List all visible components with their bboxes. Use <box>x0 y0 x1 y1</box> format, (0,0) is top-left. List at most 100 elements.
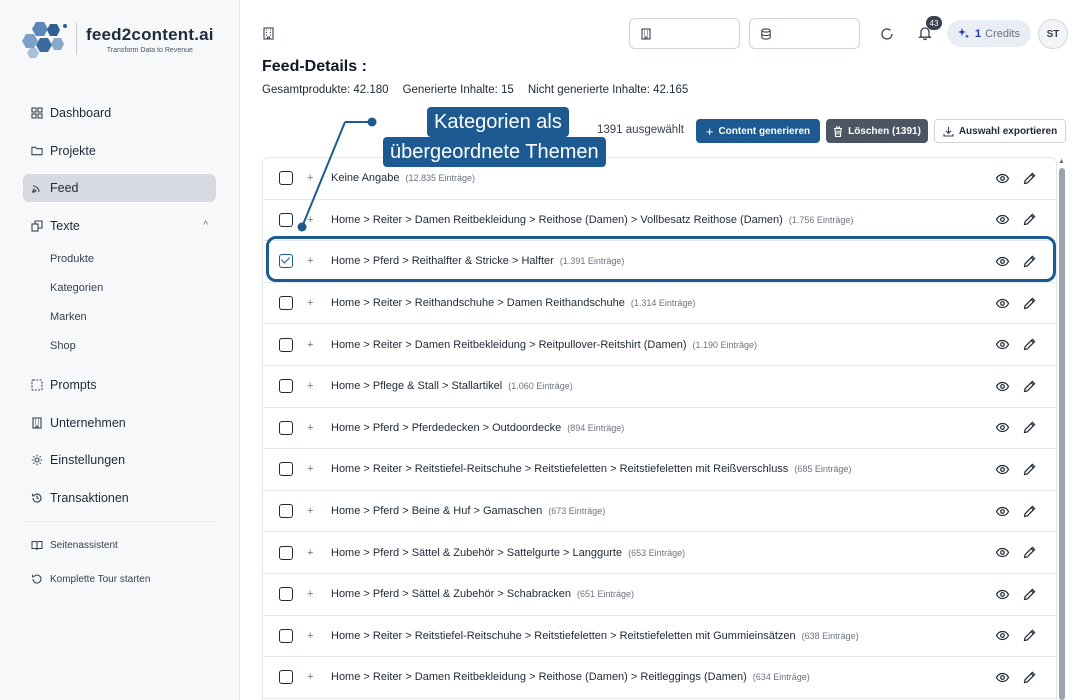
table-row[interactable]: + Home > Pflege & Stall > Stallartikel (1… <box>263 366 1056 408</box>
pencil-icon[interactable] <box>1022 296 1037 311</box>
table-row[interactable]: + Home > Pferd > Sättel & Zubehör > Satt… <box>263 532 1056 574</box>
row-checkbox[interactable] <box>279 379 293 394</box>
sidebar-item-label: Feed <box>50 181 79 195</box>
eye-icon[interactable] <box>995 254 1010 269</box>
eye-icon[interactable] <box>995 337 1010 352</box>
sidebar-item-tour[interactable]: Komplette Tour starten <box>23 566 216 592</box>
table-row[interactable]: + Keine Angabe (12.835 Einträge) <box>263 158 1056 200</box>
sidebar-item-unternehmen[interactable]: Unternehmen <box>23 409 216 437</box>
pencil-icon[interactable] <box>1022 171 1037 186</box>
eye-icon[interactable] <box>995 171 1010 186</box>
pencil-icon[interactable] <box>1022 628 1037 643</box>
eye-icon[interactable] <box>995 628 1010 643</box>
entry-count: (1.060 Einträge) <box>508 381 573 392</box>
row-checkbox[interactable] <box>279 254 293 269</box>
expand-icon[interactable]: + <box>307 380 313 392</box>
pencil-icon[interactable] <box>1022 670 1037 685</box>
sidebar-item-feed[interactable]: Feed <box>23 174 216 202</box>
credits-pill[interactable]: 1 Credits <box>947 20 1031 47</box>
generate-content-button[interactable]: + Content generieren <box>696 119 820 143</box>
pencil-icon[interactable] <box>1022 337 1037 352</box>
category-path: Home > Reiter > Damen Reitbekleidung > R… <box>331 213 854 226</box>
sidebar-item-dashboard[interactable]: Dashboard <box>23 99 216 127</box>
pencil-icon[interactable] <box>1022 587 1037 602</box>
row-checkbox[interactable] <box>279 545 293 560</box>
expand-icon[interactable]: + <box>307 172 313 184</box>
row-checkbox[interactable] <box>279 462 293 477</box>
row-checkbox[interactable] <box>279 504 293 519</box>
table-row[interactable]: + Home > Pferd > Reithalfter & Stricke >… <box>263 241 1056 283</box>
table-row[interactable]: + Home > Reiter > Reitstiefel-Reitschuhe… <box>263 616 1056 658</box>
expand-icon[interactable]: + <box>307 671 313 683</box>
sidebar-item-label: Seitenassistent <box>50 539 118 551</box>
scroll-up-arrow[interactable]: ▲ <box>1058 158 1065 165</box>
table-row[interactable]: + Home > Pferd > Sättel & Zubehör > Scha… <box>263 574 1056 616</box>
pencil-icon[interactable] <box>1022 545 1037 560</box>
table-row[interactable]: + Home > Reiter > Damen Reitbekleidung >… <box>263 200 1056 242</box>
notification-badge: 43 <box>926 16 942 30</box>
expand-icon[interactable]: + <box>307 463 313 475</box>
sidebar-item-seitenassistent[interactable]: Seitenassistent <box>23 532 216 558</box>
brand-logo[interactable]: feed2content.ai Transform Data to Revenu… <box>22 20 214 58</box>
eye-icon[interactable] <box>995 212 1010 227</box>
sidebar-item-texte[interactable]: Texte ^ <box>23 212 216 240</box>
sidebar-subitem-produkte[interactable]: Produkte <box>23 249 216 269</box>
eye-icon[interactable] <box>995 670 1010 685</box>
chevron-up-icon[interactable]: ^ <box>203 220 208 231</box>
scrollbar-thumb[interactable] <box>1059 168 1065 700</box>
row-checkbox[interactable] <box>279 587 293 602</box>
table-row[interactable]: + Home > Reiter > Damen Reitbekleidung >… <box>263 657 1056 699</box>
delete-button[interactable]: Löschen (1391) <box>826 119 928 143</box>
sidebar-item-projekte[interactable]: Projekte <box>23 137 216 165</box>
expand-icon[interactable]: + <box>307 505 313 517</box>
refresh-icon[interactable] <box>879 26 895 42</box>
expand-icon[interactable]: + <box>307 422 313 434</box>
row-checkbox[interactable] <box>279 296 293 311</box>
row-checkbox[interactable] <box>279 628 293 643</box>
table-row[interactable]: + Home > Reiter > Reithandschuhe > Damen… <box>263 283 1056 325</box>
eye-icon[interactable] <box>995 587 1010 602</box>
pencil-icon[interactable] <box>1022 212 1037 227</box>
pencil-icon[interactable] <box>1022 462 1037 477</box>
row-checkbox[interactable] <box>279 337 293 352</box>
expand-icon[interactable]: + <box>307 339 313 351</box>
expand-icon[interactable]: + <box>307 297 313 309</box>
eye-icon[interactable] <box>995 379 1010 394</box>
row-checkbox[interactable] <box>279 212 293 227</box>
pencil-icon[interactable] <box>1022 420 1037 435</box>
pencil-icon[interactable] <box>1022 254 1037 269</box>
sidebar-item-einstellungen[interactable]: Einstellungen <box>23 446 216 474</box>
expand-icon[interactable]: + <box>307 214 313 226</box>
sidebar-subitem-marken[interactable]: Marken <box>23 307 216 327</box>
export-selection-button[interactable]: Auswahl exportieren <box>934 119 1066 143</box>
company-select[interactable] <box>629 18 740 49</box>
expand-icon[interactable]: + <box>307 547 313 559</box>
entry-count: (12.835 Einträge) <box>405 173 476 184</box>
sidebar-subitem-kategorien[interactable]: Kategorien <box>23 278 216 298</box>
table-row[interactable]: + Home > Reiter > Damen Reitbekleidung >… <box>263 324 1056 366</box>
avatar[interactable]: ST <box>1038 19 1068 49</box>
pencil-icon[interactable] <box>1022 379 1037 394</box>
trash-icon <box>834 125 843 137</box>
sidebar-subitem-shop[interactable]: Shop <box>23 336 216 356</box>
eye-icon[interactable] <box>995 545 1010 560</box>
row-checkbox[interactable] <box>279 420 293 435</box>
pencil-icon[interactable] <box>1022 504 1037 519</box>
eye-icon[interactable] <box>995 296 1010 311</box>
stat-total: Gesamtprodukte: 42.180 <box>262 84 389 96</box>
sidebar-item-transaktionen[interactable]: Transaktionen <box>23 484 216 512</box>
row-checkbox[interactable] <box>279 171 293 186</box>
expand-icon[interactable]: + <box>307 630 313 642</box>
eye-icon[interactable] <box>995 420 1010 435</box>
database-select[interactable] <box>749 18 860 49</box>
table-row[interactable]: + Home > Pferd > Beine & Huf > Gamaschen… <box>263 491 1056 533</box>
expand-icon[interactable]: + <box>307 255 313 267</box>
expand-icon[interactable]: + <box>307 588 313 600</box>
row-checkbox[interactable] <box>279 670 293 685</box>
building-icon[interactable] <box>262 27 275 40</box>
sidebar-item-prompts[interactable]: Prompts <box>23 371 216 399</box>
table-row[interactable]: + Home > Reiter > Reitstiefel-Reitschuhe… <box>263 449 1056 491</box>
table-row[interactable]: + Home > Pferd > Pferdedecken > Outdoord… <box>263 408 1056 450</box>
eye-icon[interactable] <box>995 462 1010 477</box>
eye-icon[interactable] <box>995 504 1010 519</box>
